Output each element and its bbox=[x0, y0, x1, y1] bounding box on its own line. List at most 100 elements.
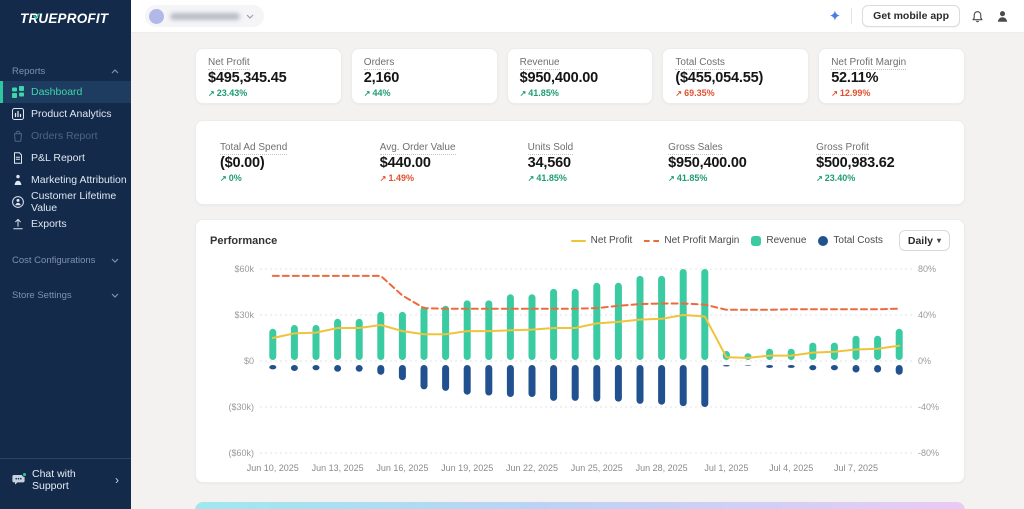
sidebar-item-marketing-attribution[interactable]: Marketing Attribution bbox=[0, 169, 131, 191]
shopping-bag-icon bbox=[12, 130, 24, 142]
analytics-icon bbox=[12, 108, 24, 120]
get-mobile-app-button[interactable]: Get mobile app bbox=[862, 5, 960, 27]
svg-text:$30k: $30k bbox=[234, 310, 254, 320]
sidebar-item-dashboard[interactable]: Dashboard bbox=[0, 81, 131, 103]
chat-bubble-icon bbox=[12, 474, 25, 486]
trend-up-icon: ↗ bbox=[816, 174, 823, 183]
svg-text:Jun 19, 2025: Jun 19, 2025 bbox=[441, 463, 493, 473]
trend-up-icon: ↗ bbox=[380, 174, 387, 183]
chart-legend: Net Profit Net Profit Margin Revenue Tot… bbox=[571, 230, 950, 251]
kpi-change: ↗41.85% bbox=[520, 88, 641, 98]
legend-net-profit[interactable]: Net Profit bbox=[571, 235, 633, 246]
store-selector[interactable] bbox=[145, 5, 264, 27]
kpi-value: $950,400.00 bbox=[520, 70, 641, 86]
kpi-label: Net Profit Margin bbox=[831, 57, 906, 70]
user-account-icon[interactable] bbox=[995, 9, 1010, 24]
sidebar-item-label: P&L Report bbox=[31, 152, 85, 164]
square-swatch-icon bbox=[751, 236, 761, 246]
svg-text:Jul 7, 2025: Jul 7, 2025 bbox=[834, 463, 878, 473]
svg-text:Jun 22, 2025: Jun 22, 2025 bbox=[506, 463, 558, 473]
trend-up-icon: ↗ bbox=[831, 89, 838, 98]
legend-total-costs[interactable]: Total Costs bbox=[818, 235, 882, 246]
online-status-dot bbox=[22, 472, 27, 477]
svg-text:80%: 80% bbox=[918, 264, 936, 274]
kpi-label: Net Profit bbox=[208, 57, 250, 70]
kpi-row-1: Net Profit $495,345.45 ↗23.43% Orders 2,… bbox=[195, 48, 965, 104]
kpi-card-net-profit: Net Profit $495,345.45 ↗23.43% bbox=[195, 48, 342, 104]
sidebar-item-label: Product Analytics bbox=[31, 108, 112, 120]
kpi-change: ↗41.85% bbox=[668, 173, 804, 183]
svg-text:($60k): ($60k) bbox=[228, 448, 254, 458]
sidebar-item-product-analytics[interactable]: Product Analytics bbox=[0, 103, 131, 125]
kpi-label: Gross Profit bbox=[816, 142, 869, 155]
trend-up-icon: ↗ bbox=[520, 89, 527, 98]
kpi-cell-gross-sales: Gross Sales $950,400.00 ↗41.85% bbox=[656, 142, 804, 183]
svg-text:$60k: $60k bbox=[234, 264, 254, 274]
line-swatch-icon bbox=[571, 240, 586, 242]
sidebar-item-label: Orders Report bbox=[31, 130, 98, 142]
notifications-bell-icon[interactable] bbox=[970, 9, 985, 24]
caret-down-icon: ▾ bbox=[937, 236, 941, 245]
interval-select[interactable]: Daily▾ bbox=[899, 230, 950, 251]
chart-header: Performance Net Profit Net Profit Margin… bbox=[210, 230, 950, 251]
section-label: Cost Configurations bbox=[12, 255, 95, 266]
kpi-change: ↗23.43% bbox=[208, 88, 329, 98]
ai-sparkle-icon[interactable]: ✦ bbox=[829, 9, 842, 24]
sidebar-section-store-settings[interactable]: Store Settings bbox=[0, 286, 131, 305]
kpi-card-total-costs: Total Costs ($455,054.55) ↗69.35% bbox=[662, 48, 809, 104]
chat-with-support[interactable]: Chat with Support › bbox=[0, 458, 131, 501]
kpi-label: Gross Sales bbox=[668, 142, 722, 155]
trend-up-icon: ↗ bbox=[668, 174, 675, 183]
kpi-change: ↗23.40% bbox=[816, 173, 952, 183]
dashed-line-swatch-icon bbox=[644, 240, 659, 242]
kpi-card-orders: Orders 2,160 ↗44% bbox=[351, 48, 498, 104]
sidebar-item-pl-report[interactable]: P&L Report bbox=[0, 147, 131, 169]
legend-revenue[interactable]: Revenue bbox=[751, 235, 806, 246]
topbar: ✦ Get mobile app bbox=[131, 0, 1024, 33]
logo-check-icon bbox=[33, 6, 40, 24]
topbar-actions: ✦ Get mobile app bbox=[829, 5, 1010, 27]
svg-text:Jun 13, 2025: Jun 13, 2025 bbox=[312, 463, 364, 473]
kpi-card-revenue: Revenue $950,400.00 ↗41.85% bbox=[507, 48, 654, 104]
kpi-change: ↗12.99% bbox=[831, 88, 952, 98]
legend-net-profit-margin[interactable]: Net Profit Margin bbox=[644, 235, 739, 246]
sidebar: TRUEPROFIT Reports Dashboard Product Ana… bbox=[0, 0, 131, 509]
divider bbox=[851, 8, 852, 24]
performance-chart-svg: $60k80%$30k40%$00%($30k)-40%($60k)-80%Ju… bbox=[210, 255, 952, 477]
sidebar-item-exports[interactable]: Exports bbox=[0, 213, 131, 235]
trend-up-icon: ↗ bbox=[528, 174, 535, 183]
kpi-label: Units Sold bbox=[528, 142, 574, 155]
main-area: ✦ Get mobile app Net Profit $495,345.45 … bbox=[131, 0, 1024, 509]
chevron-up-icon bbox=[111, 66, 119, 77]
svg-text:Jun 28, 2025: Jun 28, 2025 bbox=[636, 463, 688, 473]
trend-up-icon: ↗ bbox=[675, 89, 682, 98]
svg-text:-80%: -80% bbox=[918, 448, 939, 458]
kpi-value: ($455,054.55) bbox=[675, 70, 796, 86]
bottom-banner bbox=[195, 502, 965, 509]
kpi-label: Avg. Order Value bbox=[380, 142, 456, 155]
chevron-down-icon bbox=[111, 255, 119, 266]
logo[interactable]: TRUEPROFIT bbox=[0, 0, 131, 28]
sidebar-item-orders-report[interactable]: Orders Report bbox=[0, 125, 131, 147]
kpi-label: Revenue bbox=[520, 57, 560, 70]
app-root: TRUEPROFIT Reports Dashboard Product Ana… bbox=[0, 0, 1024, 509]
store-avatar bbox=[149, 9, 164, 24]
svg-text:0%: 0% bbox=[918, 356, 931, 366]
kpi-value: $500,983.62 bbox=[816, 155, 952, 171]
sidebar-section-reports[interactable]: Reports bbox=[0, 62, 131, 81]
sidebar-item-label: Exports bbox=[31, 218, 67, 230]
chat-label: Chat with Support bbox=[32, 468, 108, 492]
svg-text:40%: 40% bbox=[918, 310, 936, 320]
document-icon bbox=[12, 152, 24, 164]
kpi-change: ↗1.49% bbox=[380, 173, 516, 183]
kpi-change: ↗44% bbox=[364, 88, 485, 98]
kpi-cell-avg-order-value: Avg. Order Value $440.00 ↗1.49% bbox=[368, 142, 516, 183]
svg-text:Jun 25, 2025: Jun 25, 2025 bbox=[571, 463, 623, 473]
person-icon bbox=[12, 174, 24, 186]
kpi-value: $440.00 bbox=[380, 155, 516, 171]
kpi-change: ↗0% bbox=[220, 173, 368, 183]
sidebar-item-customer-lifetime-value[interactable]: Customer Lifetime Value bbox=[0, 191, 131, 213]
sidebar-section-cost-configurations[interactable]: Cost Configurations bbox=[0, 251, 131, 270]
kpi-label: Total Ad Spend bbox=[220, 142, 287, 155]
svg-text:Jun 16, 2025: Jun 16, 2025 bbox=[376, 463, 428, 473]
